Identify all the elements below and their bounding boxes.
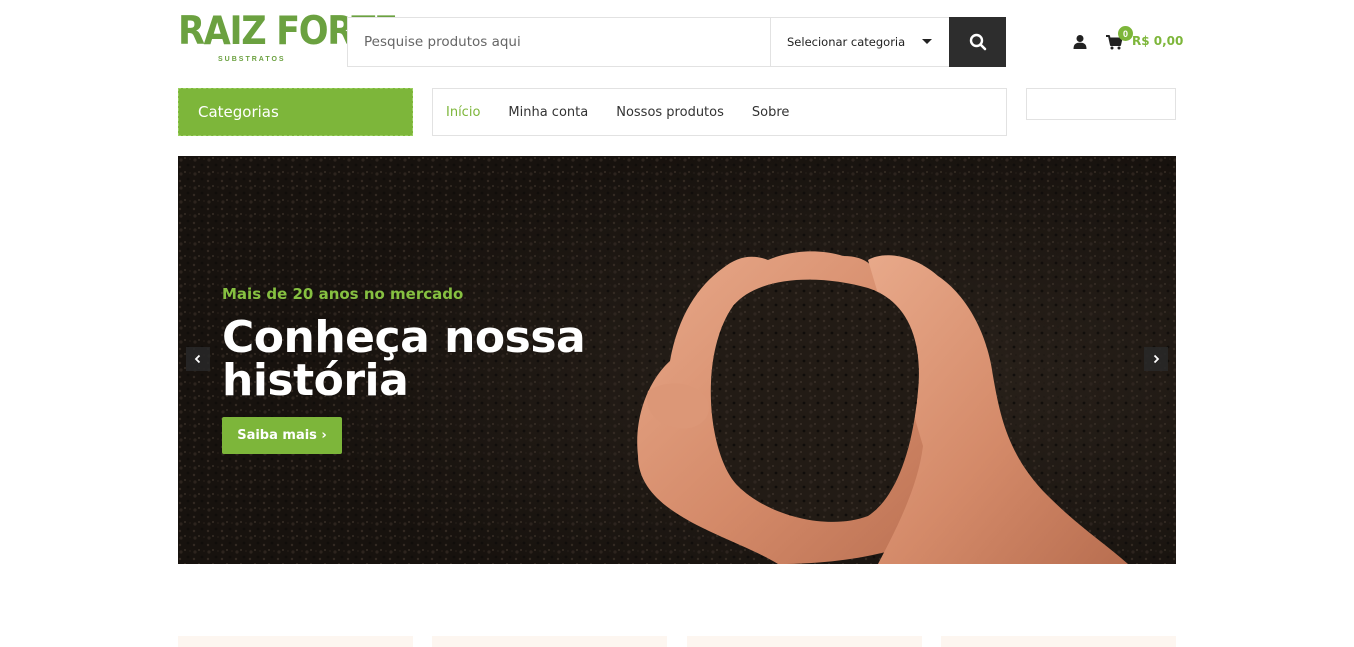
caret-down-icon	[922, 39, 932, 44]
cart-total[interactable]: R$ 0,00	[1132, 34, 1183, 48]
chevron-right-icon	[1153, 354, 1160, 364]
nav-link-inicio[interactable]: Início	[446, 105, 480, 120]
category-select[interactable]: Selecionar categoria	[770, 18, 950, 66]
logo-text: RAIZ FORTE	[178, 9, 398, 54]
slider-next-button[interactable]	[1144, 347, 1168, 371]
search-input[interactable]	[348, 18, 770, 66]
saiba-mais-button[interactable]: Saiba mais ›	[222, 417, 342, 454]
search-button[interactable]	[949, 17, 1006, 67]
search-icon	[969, 33, 986, 51]
hero-title: Conheça nossa história	[222, 312, 586, 406]
nav-link-sobre[interactable]: Sobre	[752, 105, 790, 120]
main-nav: Início Minha conta Nossos produtos Sobre	[432, 88, 1007, 136]
logo[interactable]: RAIZ FORTE SUBSTRATOS	[178, 9, 398, 68]
side-box	[1026, 88, 1176, 120]
categories-button[interactable]: Categorias	[178, 88, 413, 136]
search-bar: Selecionar categoria	[347, 17, 1006, 67]
chevron-left-icon	[194, 354, 201, 364]
user-icon[interactable]	[1072, 34, 1088, 50]
category-select-label: Selecionar categoria	[787, 35, 906, 49]
slider-prev-button[interactable]	[186, 347, 210, 371]
feature-card	[432, 636, 667, 647]
feature-card	[687, 636, 922, 647]
hero-slider: Mais de 20 anos no mercado Conheça nossa…	[178, 156, 1176, 564]
feature-card	[178, 636, 413, 647]
hero-kicker: Mais de 20 anos no mercado	[222, 285, 464, 303]
cart-count-badge: 0	[1118, 26, 1133, 41]
nav-link-nossos-produtos[interactable]: Nossos produtos	[616, 105, 724, 120]
feature-card	[941, 636, 1176, 647]
nav-link-minha-conta[interactable]: Minha conta	[508, 105, 588, 120]
logo-subtext: SUBSTRATOS	[218, 56, 286, 63]
